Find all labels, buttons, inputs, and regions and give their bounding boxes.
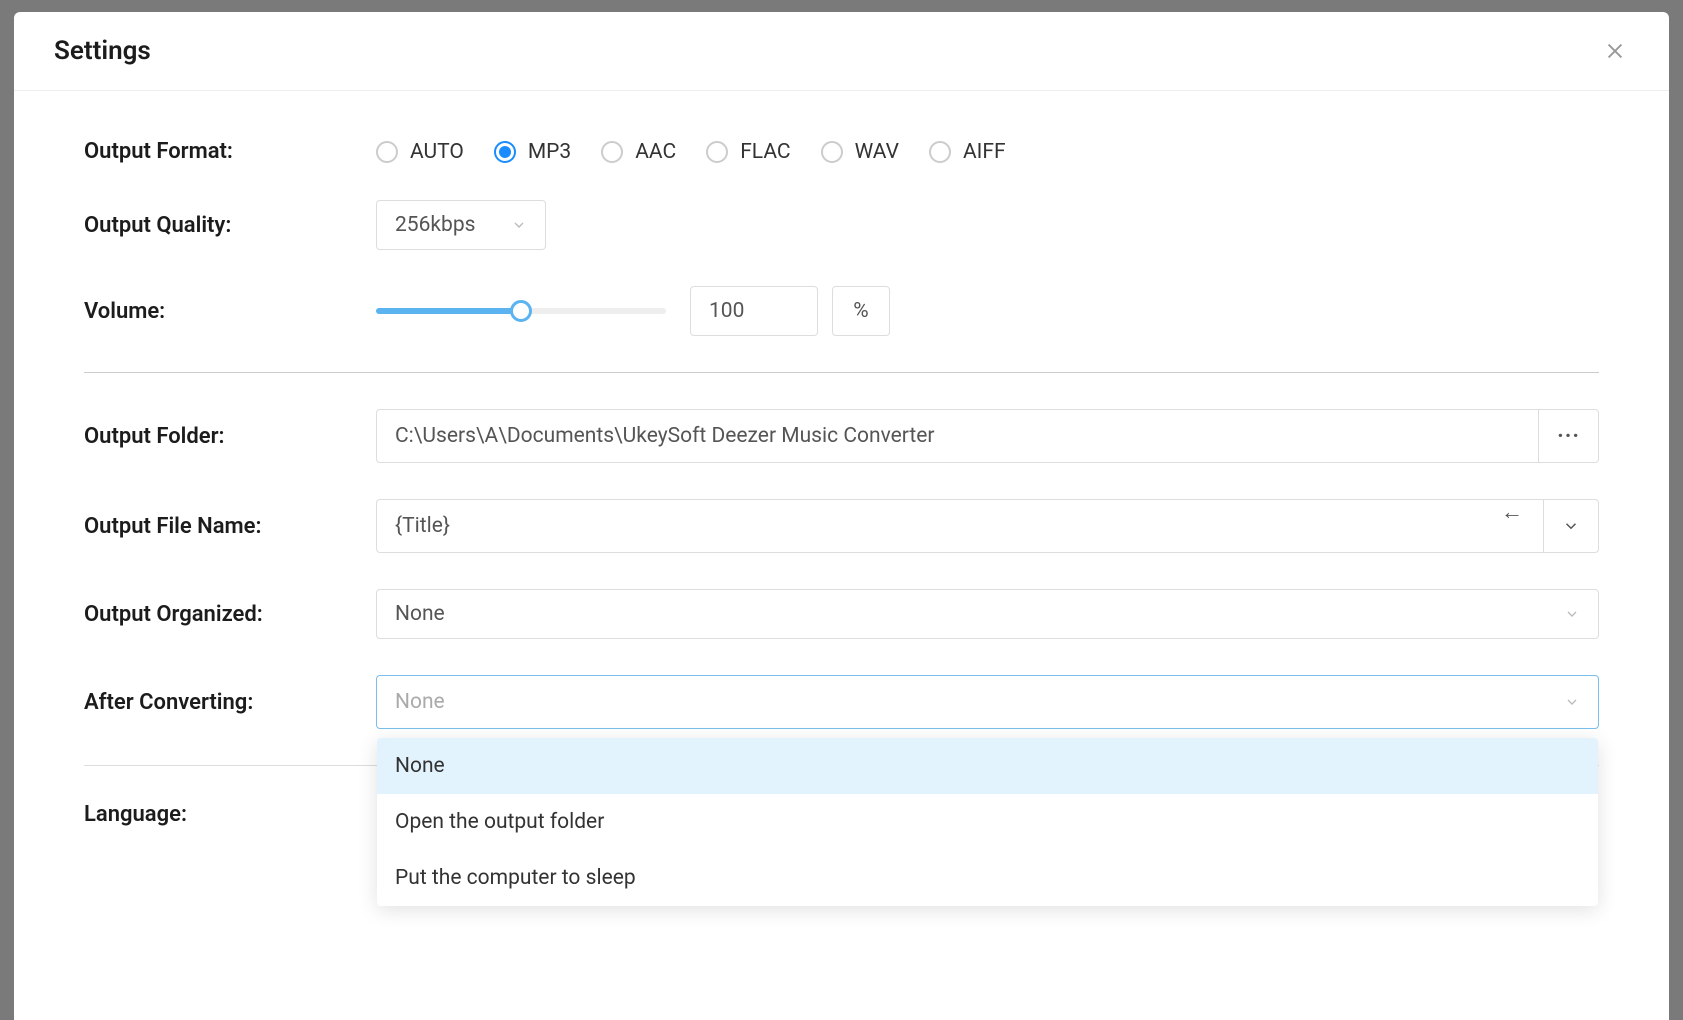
radio-aac[interactable]: AAC bbox=[601, 140, 676, 164]
close-button[interactable] bbox=[1601, 37, 1629, 65]
row-output-organized: Output Organized: None bbox=[84, 589, 1599, 639]
divider bbox=[84, 372, 1599, 373]
after-converting-dropdown: None Open the output folder Put the comp… bbox=[377, 738, 1598, 906]
label-language: Language: bbox=[84, 802, 376, 827]
label-output-quality: Output Quality: bbox=[84, 213, 376, 238]
radio-auto[interactable]: AUTO bbox=[376, 140, 464, 164]
close-icon bbox=[1604, 40, 1626, 62]
chevron-down-icon bbox=[511, 217, 527, 233]
output-file-name-input[interactable]: {Title} bbox=[376, 499, 1543, 553]
label-after-converting: After Converting: bbox=[84, 690, 376, 715]
after-converting-value: None bbox=[395, 690, 445, 714]
label-volume: Volume: bbox=[84, 299, 376, 324]
dropdown-item-open-folder[interactable]: Open the output folder bbox=[377, 794, 1598, 850]
radio-label: AUTO bbox=[410, 140, 464, 164]
slider-fill bbox=[376, 308, 521, 314]
after-converting-select[interactable]: None None Open the output folder Put the… bbox=[376, 675, 1599, 729]
volume-value-input[interactable]: 100 bbox=[690, 286, 818, 336]
output-organized-select[interactable]: None bbox=[376, 589, 1599, 639]
radio-label: AAC bbox=[635, 140, 676, 164]
row-volume: Volume: 100 % bbox=[84, 286, 1599, 336]
settings-modal: Settings Output Format: AUTO MP3 bbox=[14, 12, 1669, 1020]
output-quality-select[interactable]: 256kbps bbox=[376, 200, 546, 250]
label-output-folder: Output Folder: bbox=[84, 424, 376, 449]
radio-circle-icon bbox=[706, 141, 728, 163]
file-name-dropdown-button[interactable] bbox=[1543, 499, 1599, 553]
chevron-down-icon bbox=[1564, 694, 1580, 710]
radio-mp3[interactable]: MP3 bbox=[494, 140, 571, 164]
slider-thumb[interactable] bbox=[510, 300, 532, 322]
radio-label: MP3 bbox=[528, 140, 571, 164]
volume-unit: % bbox=[832, 286, 890, 336]
row-output-quality: Output Quality: 256kbps bbox=[84, 200, 1599, 250]
row-output-format: Output Format: AUTO MP3 AAC bbox=[84, 139, 1599, 164]
radio-label: AIFF bbox=[963, 140, 1006, 164]
radio-circle-icon bbox=[601, 141, 623, 163]
label-output-file-name: Output File Name: bbox=[84, 514, 376, 539]
modal-header: Settings bbox=[14, 12, 1669, 91]
browse-folder-button[interactable]: ··· bbox=[1538, 409, 1599, 463]
output-format-radios: AUTO MP3 AAC FLAC bbox=[376, 140, 1599, 164]
radio-circle-icon bbox=[376, 141, 398, 163]
output-organized-value: None bbox=[395, 602, 445, 626]
radio-circle-selected-icon bbox=[494, 141, 516, 163]
radio-circle-icon bbox=[929, 141, 951, 163]
label-output-organized: Output Organized: bbox=[84, 602, 376, 627]
volume-slider[interactable] bbox=[376, 308, 666, 314]
chevron-down-icon bbox=[1562, 517, 1580, 535]
row-output-folder: Output Folder: C:\Users\A\Documents\Ukey… bbox=[84, 409, 1599, 463]
modal-title: Settings bbox=[54, 36, 151, 66]
radio-aiff[interactable]: AIFF bbox=[929, 140, 1006, 164]
output-folder-input[interactable]: C:\Users\A\Documents\UkeySoft Deezer Mus… bbox=[376, 409, 1538, 463]
ellipsis-icon: ··· bbox=[1557, 424, 1580, 449]
radio-wav[interactable]: WAV bbox=[821, 140, 899, 164]
row-output-file-name: Output File Name: {Title} ← bbox=[84, 499, 1599, 553]
output-quality-value: 256kbps bbox=[395, 213, 475, 237]
modal-body: Output Format: AUTO MP3 AAC bbox=[14, 91, 1669, 1020]
dropdown-item-none[interactable]: None bbox=[377, 738, 1598, 794]
radio-label: FLAC bbox=[740, 140, 790, 164]
radio-flac[interactable]: FLAC bbox=[706, 140, 790, 164]
row-after-converting: After Converting: None None Open the out… bbox=[84, 675, 1599, 729]
radio-label: WAV bbox=[855, 140, 899, 164]
dropdown-item-sleep[interactable]: Put the computer to sleep bbox=[377, 850, 1598, 906]
label-output-format: Output Format: bbox=[84, 139, 376, 164]
chevron-down-icon bbox=[1564, 606, 1580, 622]
radio-circle-icon bbox=[821, 141, 843, 163]
